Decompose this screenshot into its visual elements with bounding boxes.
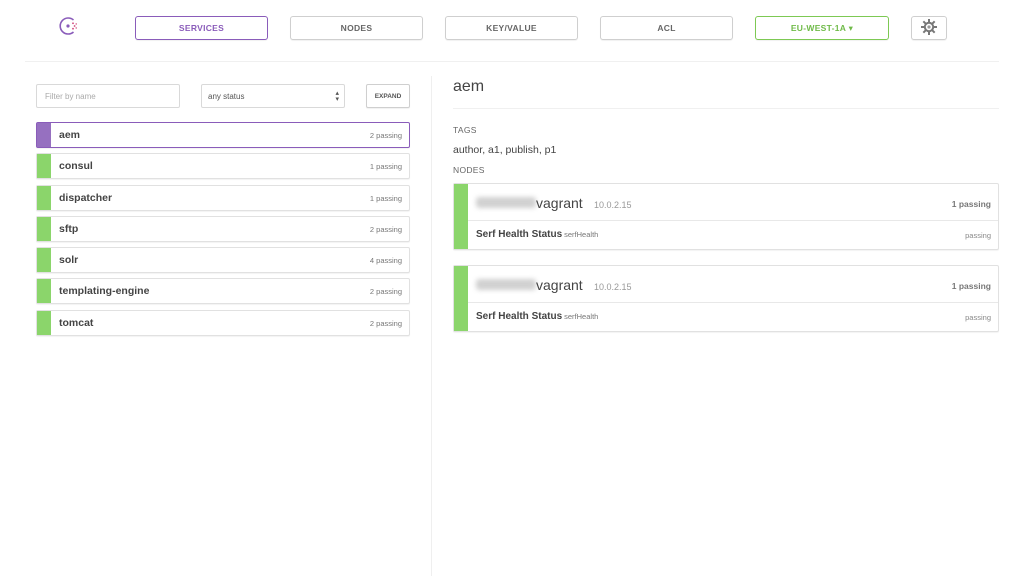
node-address: 10.0.2.15 — [594, 200, 632, 210]
service-name: sftp — [59, 222, 79, 235]
health-check-row[interactable]: Serf Health Status serfHealth passing — [468, 222, 998, 251]
check-name-text: Serf Health Status — [476, 229, 563, 240]
service-item-sftp[interactable]: sftp 2 passing — [36, 215, 410, 242]
health-bar — [37, 248, 51, 273]
node-card: vagrant 10.0.2.15 1 passing Serf Health … — [453, 265, 999, 332]
node-status: 1 passing — [951, 199, 991, 209]
service-name: solr — [59, 254, 79, 267]
gear-icon — [920, 18, 938, 38]
health-bar — [37, 279, 51, 304]
health-bar — [37, 185, 51, 210]
check-name: Serf Health Status serfHealth — [476, 229, 598, 240]
nodes-label: NODES — [453, 165, 485, 175]
service-name: tomcat — [59, 316, 94, 329]
service-status: 2 passing — [369, 224, 402, 234]
node-header[interactable]: vagrant 10.0.2.15 1 passing — [468, 184, 998, 221]
health-check-row[interactable]: Serf Health Status serfHealth passing — [468, 304, 998, 333]
service-item-aem[interactable]: aem 2 passing — [36, 122, 410, 148]
redacted-hostname — [476, 197, 536, 208]
check-name: Serf Health Status serfHealth — [476, 311, 598, 322]
health-bar — [37, 154, 51, 179]
check-name-text: Serf Health Status — [476, 311, 563, 322]
health-bar — [37, 310, 51, 335]
service-status: 1 passing — [369, 162, 402, 172]
filter-by-name-input[interactable] — [36, 84, 180, 108]
nav-key-value-button[interactable]: KEY/VALUE — [445, 16, 578, 40]
check-status: passing — [965, 313, 991, 322]
service-item-solr[interactable]: solr 4 passing — [36, 247, 410, 274]
service-name: templating-engine — [59, 285, 150, 298]
service-status: 4 passing — [369, 256, 402, 266]
node-card: vagrant 10.0.2.15 1 passing Serf Health … — [453, 183, 999, 250]
service-detail-title: aem — [453, 78, 485, 95]
expand-button[interactable]: EXPAND — [366, 84, 410, 108]
top-navigation: SERVICES NODES KEY/VALUE ACL EU-WEST-1A … — [0, 0, 1024, 62]
node-status: 1 passing — [951, 281, 991, 291]
tags-label: TAGS — [453, 125, 477, 135]
column-divider — [431, 76, 432, 576]
consul-logo-icon[interactable] — [57, 15, 79, 37]
node-address: 10.0.2.15 — [594, 282, 632, 292]
node-header[interactable]: vagrant 10.0.2.15 1 passing — [468, 266, 998, 303]
service-item-consul[interactable]: consul 1 passing — [36, 153, 410, 180]
detail-divider — [453, 108, 999, 109]
health-bar — [37, 216, 51, 241]
service-status: 2 passing — [369, 131, 402, 140]
settings-button[interactable] — [911, 16, 947, 40]
datacenter-dropdown[interactable]: EU-WEST-1A ▾ — [755, 16, 889, 40]
tags-value: author, a1, publish, p1 — [453, 144, 557, 156]
health-bar — [37, 123, 51, 147]
service-name: aem — [59, 129, 81, 141]
check-id: serfHealth — [564, 312, 599, 321]
service-item-tomcat[interactable]: tomcat 2 passing — [36, 309, 410, 336]
nav-nodes-button[interactable]: NODES — [290, 16, 423, 40]
service-name: consul — [59, 160, 93, 173]
check-status: passing — [965, 231, 991, 240]
service-list: aem 2 passing consul 1 passing dispatche… — [36, 122, 410, 341]
service-status: 2 passing — [369, 287, 402, 297]
service-item-templating-engine[interactable]: templating-engine 2 passing — [36, 278, 410, 305]
nav-acl-button[interactable]: ACL — [600, 16, 733, 40]
service-item-dispatcher[interactable]: dispatcher 1 passing — [36, 184, 410, 211]
node-name: vagrant — [536, 195, 583, 211]
select-arrows-icon: ▴ ▾ — [335, 90, 339, 103]
node-name: vagrant — [536, 277, 583, 293]
nav-divider — [25, 61, 999, 62]
health-bar — [454, 266, 468, 331]
redacted-hostname — [476, 279, 536, 290]
service-status: 1 passing — [369, 193, 402, 203]
service-status: 2 passing — [369, 318, 402, 328]
health-bar — [454, 184, 468, 249]
nav-services-button[interactable]: SERVICES — [135, 16, 268, 40]
status-filter-value: any status — [208, 91, 245, 101]
service-name: dispatcher — [59, 191, 113, 204]
status-filter-select[interactable]: any status ▴ ▾ — [201, 84, 345, 108]
check-id: serfHealth — [564, 230, 599, 239]
